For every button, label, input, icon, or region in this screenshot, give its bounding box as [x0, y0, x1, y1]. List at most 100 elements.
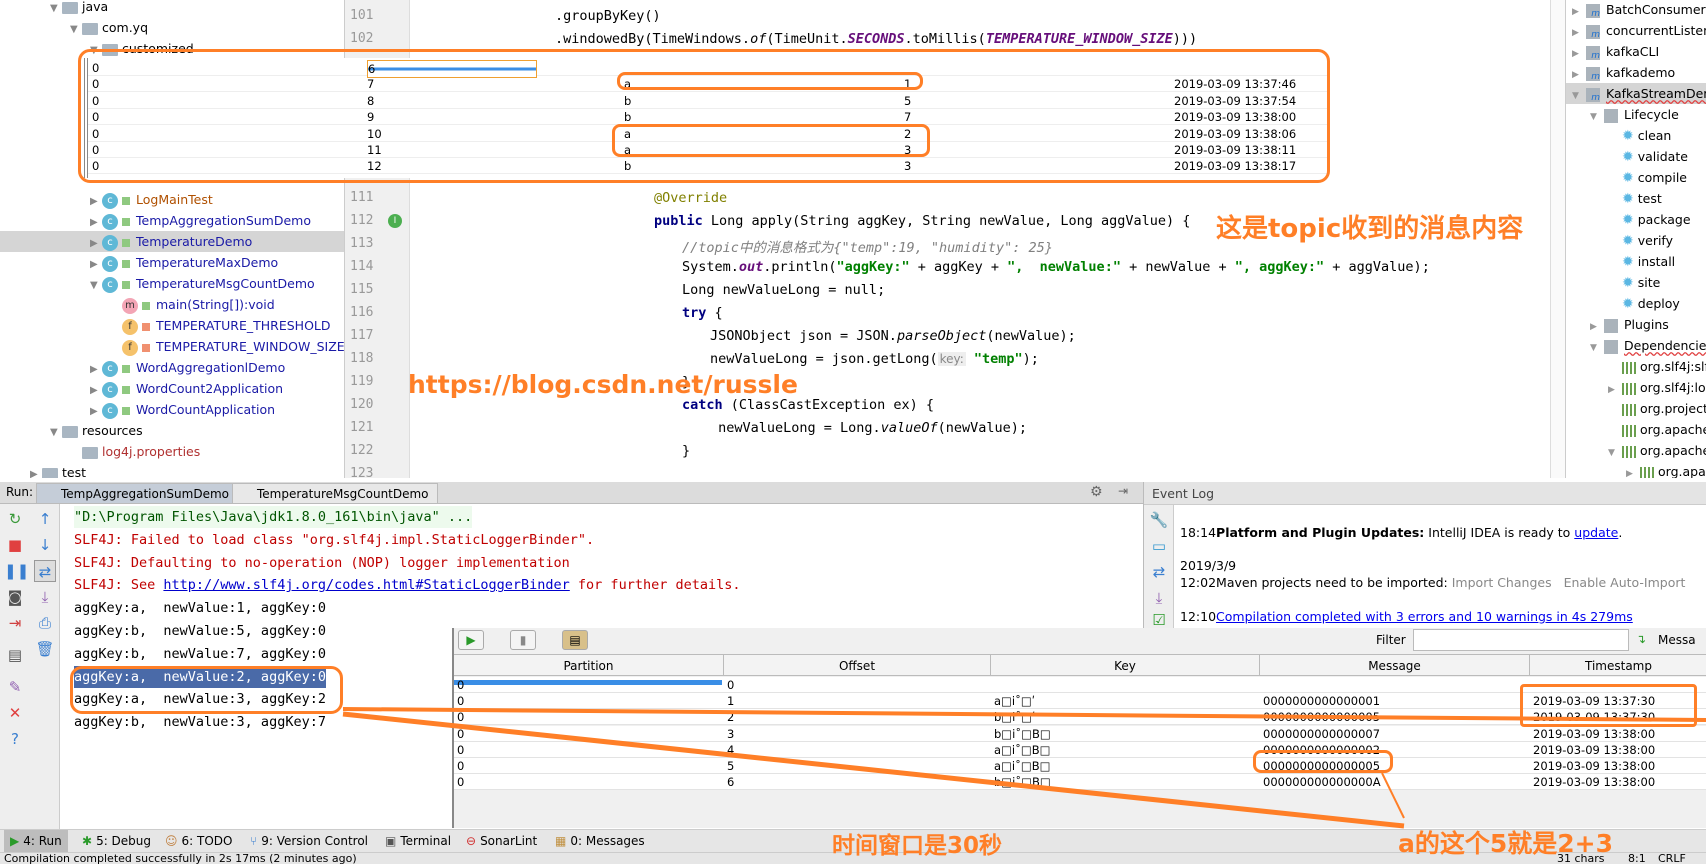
collapsed-arrow-icon[interactable]: ▶: [90, 212, 102, 233]
enable-auto-import-link[interactable]: Enable Auto-Import: [1564, 575, 1686, 590]
close-icon[interactable]: ✕: [4, 702, 26, 724]
table-row[interactable]: 00: [454, 677, 1706, 693]
maven-item[interactable]: ✹ install: [1566, 251, 1706, 272]
table-row[interactable]: 0 2 b□i˚□ʹ 0000000000000005 2019-03-09 13:37…: [454, 709, 1706, 726]
collapsed-arrow-icon[interactable]: ▶: [90, 233, 102, 254]
maven-item[interactable]: ▶ Plugins: [1566, 314, 1706, 335]
table-row[interactable]: 0 6 b□i˚□B□ 000000000000000A 2019-03-09 13:3…: [454, 774, 1706, 791]
layout-icon[interactable]: ▤: [4, 644, 26, 666]
tree-item[interactable]: ▶ c WordAggregationlDemo: [0, 357, 344, 380]
expanded-arrow-icon[interactable]: ▼: [50, 422, 62, 443]
tool-window-5-debug[interactable]: ✱ 5: Debug: [82, 830, 151, 853]
maven-item[interactable]: ✹ clean: [1566, 125, 1706, 146]
tree-item[interactable]: ▶ c TemperatureMaxDemo: [0, 252, 344, 275]
column-header-key[interactable]: Key: [991, 654, 1260, 676]
run-tab-tempaggregationsumdemo[interactable]: TempAggregationSumDemo: [36, 483, 238, 504]
tool-window-9-version-control[interactable]: ⑂ 9: Version Control: [250, 830, 368, 853]
stop-icon[interactable]: ▮: [510, 630, 536, 650]
rerun-icon[interactable]: ↻: [4, 508, 26, 530]
tool-window-6-todo[interactable]: ☺ 6: TODO: [165, 830, 232, 853]
trash-icon[interactable]: 🗑: [34, 638, 56, 660]
soft-wrap-icon[interactable]: ⇄: [34, 560, 56, 582]
table-row[interactable]: 0 1 a□i˚□ʹ 0000000000000001 2019-03-09 13:37…: [454, 693, 1706, 710]
tree-item[interactable]: f TEMPERATURE_WINDOW_SIZE: [0, 336, 344, 357]
collapsed-arrow-icon[interactable]: ▶: [90, 380, 102, 401]
maven-item[interactable]: ▼ Lifecycle: [1566, 104, 1706, 125]
tree-item[interactable]: ▼ java: [0, 0, 344, 17]
arrow-down-icon[interactable]: ↴: [1636, 632, 1646, 646]
maven-item[interactable]: ▼ Dependencies: [1566, 335, 1706, 356]
pause-icon[interactable]: ❚❚: [4, 560, 29, 582]
slf4j-link[interactable]: http://www.slf4j.org/codes.html#StaticLo…: [163, 577, 569, 593]
maven-item[interactable]: ▶mconcurrentListener: [1566, 20, 1706, 41]
tree-item[interactable]: log4j.properties: [0, 441, 344, 462]
tree-item[interactable]: ▶ test: [0, 462, 344, 478]
tree-item[interactable]: m main(String[]):void: [0, 294, 344, 315]
maven-item[interactable]: ✹ validate: [1566, 146, 1706, 167]
column-header-partition[interactable]: Partition: [454, 654, 724, 676]
up-arrow-icon[interactable]: ↑: [34, 508, 56, 530]
tree-item[interactable]: ▼ resources: [0, 420, 344, 443]
expanded-arrow-icon[interactable]: ▼: [90, 275, 102, 296]
soft-wrap-icon[interactable]: ⇄: [1148, 561, 1170, 583]
settings-gear-icon[interactable]: ⚙: [1090, 484, 1103, 500]
import-changes-link[interactable]: Import Changes: [1452, 575, 1552, 590]
tree-item[interactable]: ▶ c TemperatureDemo: [0, 231, 344, 254]
table-row[interactable]: 0 4 a□i˚□B□ 0000000000000002 2019-03-09 13:3…: [454, 741, 1706, 758]
tree-arrow-icon[interactable]: ▶: [1626, 464, 1640, 478]
maven-item[interactable]: ✹ package: [1566, 209, 1706, 230]
collapsed-arrow-icon[interactable]: ▶: [90, 359, 102, 380]
maven-item[interactable]: ✹ verify: [1566, 230, 1706, 251]
maven-item[interactable]: ▶ m BatchConsumer: [1566, 0, 1706, 20]
column-header-offset[interactable]: Offset: [724, 654, 991, 676]
tree-item[interactable]: ▼ com.yq: [0, 17, 344, 40]
balloon-icon[interactable]: ▭: [1148, 535, 1170, 557]
collapsed-arrow-icon[interactable]: ▶: [30, 464, 42, 478]
tree-item[interactable]: ▶ c WordCount2Application: [0, 378, 344, 401]
tool-window-4-run[interactable]: ▶ 4: Run: [4, 830, 68, 853]
print-icon[interactable]: ⎙: [34, 612, 56, 634]
maven-item[interactable]: ▶ m kafkademo: [1566, 62, 1706, 83]
collapsed-arrow-icon[interactable]: ▶: [90, 401, 102, 422]
maven-item[interactable]: ▶org.slf4j:log4j: [1566, 377, 1706, 398]
filter-input[interactable]: [1413, 629, 1629, 651]
tree-item[interactable]: f TEMPERATURE_THRESHOLD: [0, 315, 344, 336]
wrench-icon[interactable]: 🔧: [1148, 509, 1170, 531]
table-row[interactable]: 0 5 a□i˚□B□ 0000000000000005 2019-03-09 13:3…: [454, 758, 1706, 774]
hide-panel-icon[interactable]: ⇥: [1118, 484, 1128, 498]
view-icon[interactable]: ▤: [562, 630, 588, 650]
camera-icon[interactable]: ◙: [4, 586, 26, 608]
implements-marker-icon[interactable]: I: [388, 214, 402, 228]
run-tab-temperaturemsgcountdemo[interactable]: TemperatureMsgCountDemo: [232, 483, 438, 504]
scroll-to-end-icon[interactable]: ⤓: [34, 586, 56, 608]
collapsed-arrow-icon[interactable]: ▶: [90, 254, 102, 275]
table-row[interactable]: 0 3 b□i˚□B□ 0000000000000007 2019-03-09 13:3…: [454, 725, 1706, 742]
stop-icon[interactable]: ■: [4, 534, 26, 556]
maven-item[interactable]: ✹ compile: [1566, 167, 1706, 188]
scroll-to-end-icon[interactable]: ⤓: [1148, 587, 1170, 609]
maven-item[interactable]: ✹ site: [1566, 272, 1706, 293]
down-arrow-icon[interactable]: ↓: [34, 534, 56, 556]
maven-item[interactable]: org.apache: [1566, 419, 1706, 440]
tree-item[interactable]: ▼ c TemperatureMsgCountDemo: [0, 273, 344, 296]
maven-item[interactable]: ✹ test: [1566, 188, 1706, 209]
tree-item[interactable]: ▶ c LogMainTest: [0, 189, 344, 210]
maven-item[interactable]: org.projectlombok: [1566, 398, 1706, 419]
column-header-message[interactable]: Message: [1260, 654, 1530, 676]
maven-item[interactable]: ▼mKafkaStreamDemo: [1566, 83, 1706, 104]
line-separator[interactable]: CRLF: [1658, 853, 1686, 865]
play-icon[interactable]: ▶: [458, 630, 484, 650]
compilation-link[interactable]: Compilation completed with 3 errors and …: [1216, 609, 1633, 624]
maven-item[interactable]: ✹ deploy: [1566, 293, 1706, 314]
exit-icon[interactable]: ⇥: [4, 612, 26, 634]
cursor-position[interactable]: 8:1: [1628, 853, 1646, 865]
tool-window-sonarlint[interactable]: ⊖ SonarLint: [466, 830, 537, 853]
help-icon[interactable]: ?: [4, 728, 26, 750]
pin-icon[interactable]: ✎: [4, 676, 26, 698]
expanded-arrow-icon[interactable]: ▼: [70, 19, 82, 40]
maven-item[interactable]: ▼ org.apache: [1566, 440, 1706, 461]
tool-window-0-messages[interactable]: ▦ 0: Messages: [555, 830, 645, 853]
maven-item[interactable]: org.slf4j:slf4j: [1566, 356, 1706, 377]
editor-scrollbar[interactable]: [1550, 0, 1565, 478]
maven-item[interactable]: ▶ m kafkaCLI: [1566, 41, 1706, 62]
